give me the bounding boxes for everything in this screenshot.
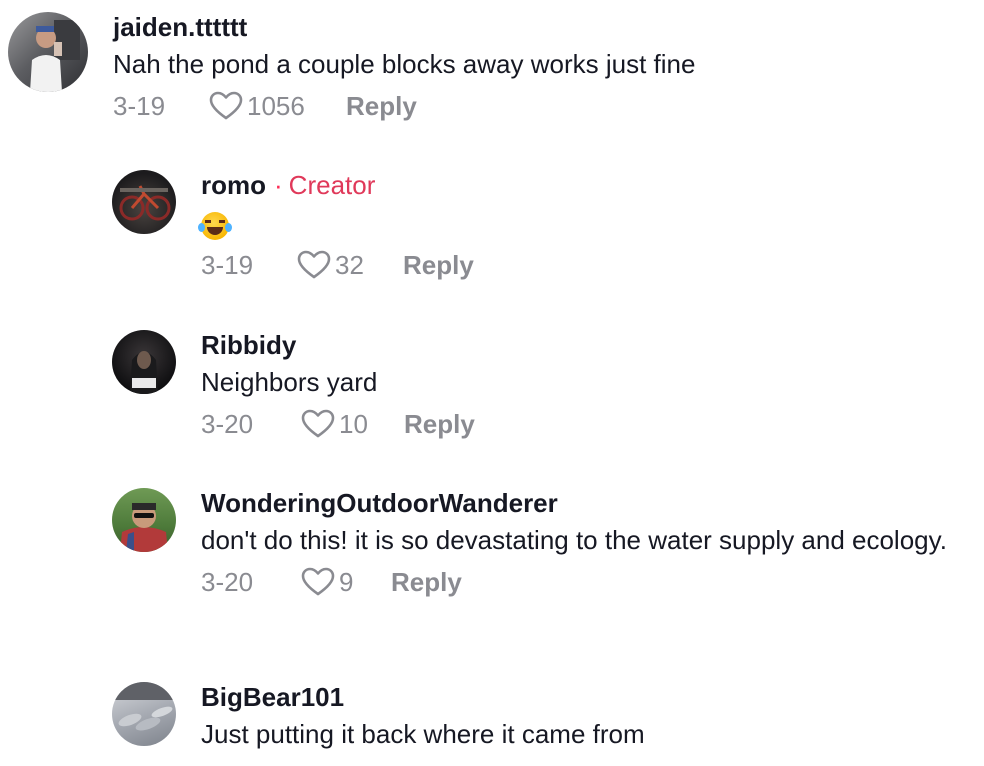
username[interactable]: WonderingOutdoorWanderer bbox=[201, 488, 558, 518]
comment-meta: 3-20 10 Reply bbox=[201, 404, 475, 444]
comment-date: 3-20 bbox=[201, 408, 254, 439]
comment-item: WonderingOutdoorWanderer don't do this! … bbox=[112, 488, 961, 602]
heart-icon bbox=[209, 91, 243, 120]
heart-icon bbox=[297, 250, 331, 279]
reply-button[interactable]: Reply bbox=[404, 409, 475, 440]
avatar[interactable] bbox=[112, 488, 176, 552]
heart-icon bbox=[301, 567, 335, 596]
username[interactable]: jaiden.tttttt bbox=[113, 12, 247, 42]
comment-date: 3-20 bbox=[201, 566, 254, 597]
comment-date: 3-19 bbox=[201, 249, 254, 280]
comment-text: don't do this! it is so devastating to t… bbox=[201, 525, 947, 555]
reply-button[interactable]: Reply bbox=[403, 250, 474, 281]
like-button[interactable]: 10 bbox=[301, 409, 404, 440]
avatar[interactable] bbox=[8, 12, 88, 92]
like-count: 10 bbox=[339, 408, 368, 439]
avatar[interactable] bbox=[112, 330, 176, 394]
like-button[interactable]: 1056 bbox=[209, 91, 346, 122]
reply-button[interactable]: Reply bbox=[391, 567, 462, 598]
comment-text: Nah the pond a couple blocks away works … bbox=[113, 49, 696, 79]
like-count: 9 bbox=[339, 566, 354, 597]
username[interactable]: Ribbidy bbox=[201, 330, 296, 360]
username[interactable]: BigBear101 bbox=[201, 682, 344, 712]
reply-button[interactable]: Reply bbox=[346, 91, 417, 122]
comment-meta: 3-20 9 Reply bbox=[201, 562, 961, 602]
username[interactable]: romo bbox=[201, 170, 266, 200]
separator-dot: · bbox=[274, 170, 283, 200]
creator-badge: Creator bbox=[288, 170, 376, 200]
comment-item: BigBear101 Just putting it back where it… bbox=[112, 682, 645, 752]
heart-icon bbox=[301, 409, 335, 438]
avatar[interactable] bbox=[112, 682, 176, 746]
comment-text: Neighbors yard bbox=[201, 367, 378, 397]
like-count: 32 bbox=[335, 249, 364, 280]
comment-meta: 3-19 32 Reply bbox=[201, 245, 474, 285]
avatar[interactable] bbox=[112, 170, 176, 234]
laughing-tears-emoji-icon bbox=[198, 212, 232, 240]
comment-item: jaiden.tttttt Nah the pond a couple bloc… bbox=[8, 12, 695, 126]
comment-item: Ribbidy Neighbors yard 3-20 10 Reply bbox=[112, 330, 475, 444]
comment-text: Just putting it back where it came from bbox=[201, 719, 645, 749]
like-count: 1056 bbox=[247, 90, 305, 121]
comment-meta: 3-19 1056 Reply bbox=[113, 86, 695, 126]
comment-date: 3-19 bbox=[113, 90, 166, 121]
like-button[interactable]: 9 bbox=[301, 567, 391, 598]
comment-item: romo · Creator 3-19 32 Reply bbox=[112, 170, 474, 285]
like-button[interactable]: 32 bbox=[297, 250, 403, 281]
